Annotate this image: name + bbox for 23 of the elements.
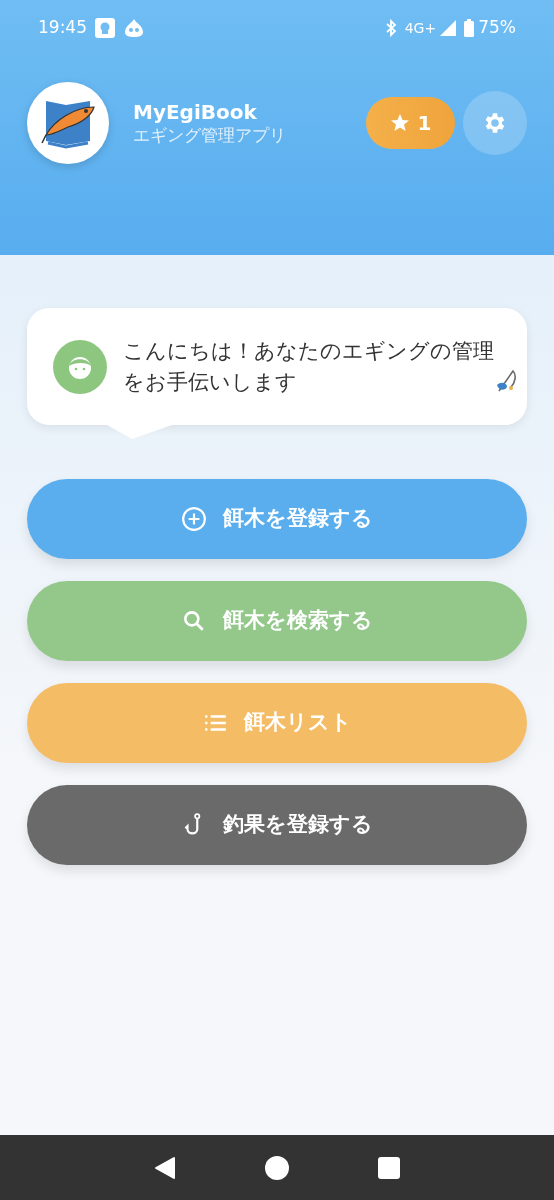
action-button[interactable]: 釣果を登録する bbox=[27, 785, 527, 865]
fishing-rod-icon bbox=[495, 369, 517, 394]
network-label: 4G+ bbox=[404, 18, 437, 38]
app-title: MyEgiBook bbox=[133, 99, 258, 124]
app-subtitle: エギング管理アプリ bbox=[133, 123, 287, 147]
action-button[interactable]: 餌木を検索する bbox=[27, 581, 527, 661]
battery-icon bbox=[464, 19, 475, 37]
status-time: 19:45 bbox=[38, 16, 87, 40]
recents-button[interactable] bbox=[377, 1156, 400, 1179]
action-button[interactable]: 餌木を登録する bbox=[27, 479, 527, 559]
avatar-icon bbox=[53, 339, 107, 394]
plus-circle-icon bbox=[181, 506, 207, 532]
greeting-text: こんにちは！あなたのエギングの管理をお手伝いします bbox=[123, 337, 495, 396]
star-icon bbox=[389, 113, 410, 133]
home-button[interactable] bbox=[265, 1155, 289, 1180]
app-notification-icon bbox=[95, 18, 115, 38]
battery-percent: 75% bbox=[478, 16, 516, 40]
signal-icon bbox=[440, 20, 457, 36]
slime-icon bbox=[123, 18, 145, 38]
bluetooth-icon bbox=[384, 19, 397, 37]
star-count-button[interactable]: 1 bbox=[366, 97, 455, 149]
back-button[interactable] bbox=[154, 1155, 177, 1180]
action-button[interactable]: 餌木リスト bbox=[27, 683, 527, 763]
